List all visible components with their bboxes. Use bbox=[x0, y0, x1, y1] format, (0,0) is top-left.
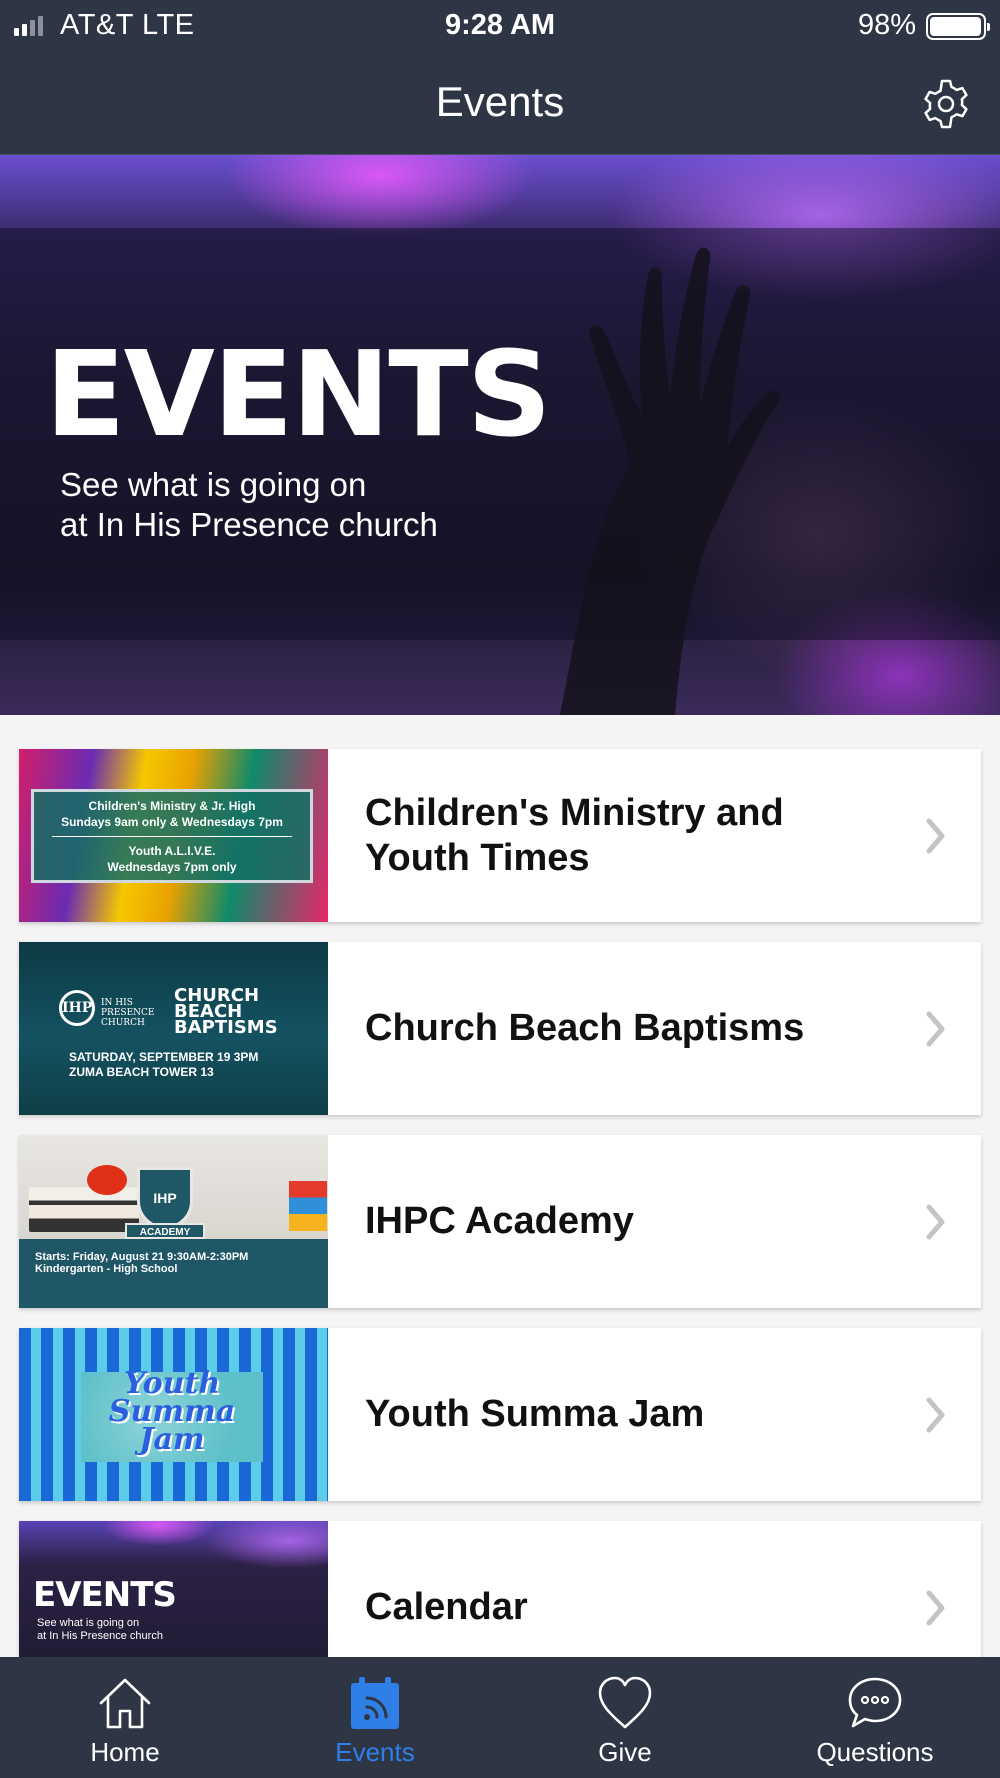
calendar-feed-icon bbox=[351, 1677, 399, 1729]
chevron-right-icon bbox=[926, 1204, 945, 1240]
gear-icon[interactable] bbox=[920, 78, 972, 130]
house-icon bbox=[99, 1678, 151, 1729]
thumbnail-text: Sundays 9am only & Wednesdays 7pm bbox=[61, 815, 283, 829]
thumbnail-text: See what is going on bbox=[37, 1617, 140, 1629]
church-logo: IHP IN HIS PRESENCE CHURCH bbox=[59, 990, 179, 1030]
academy-banner: ACADEMY bbox=[125, 1223, 205, 1239]
hero-title: EVENTS bbox=[45, 325, 552, 463]
tab-label: Questions bbox=[816, 1737, 934, 1767]
thumbnail-text: Starts: Friday, August 21 9:30AM-2:30PM bbox=[35, 1251, 249, 1263]
academy-shield: IHP bbox=[137, 1167, 193, 1229]
clock: 9:28 AM bbox=[444, 9, 556, 41]
event-item-ihpc-academy[interactable]: IHP ACADEMY Starts: Friday, August 21 9:… bbox=[19, 1135, 981, 1308]
tab-label: Home bbox=[90, 1737, 160, 1767]
event-item-youth-summa-jam[interactable]: Youth Summa Jam Youth Summa Jam bbox=[19, 1328, 981, 1501]
thumbnail-title: EVENTS bbox=[33, 1575, 177, 1615]
tab-bar: Home Events Give Questions bbox=[0, 1657, 1000, 1778]
chevron-right-icon bbox=[926, 1011, 945, 1047]
thumbnail-text: SATURDAY, SEPTEMBER 19 3PM bbox=[69, 1050, 259, 1064]
thumbnail-info: Starts: Friday, August 21 9:30AM-2:30PM … bbox=[35, 1251, 248, 1275]
event-thumbnail: Children's Ministry & Jr. High Sundays 9… bbox=[19, 749, 328, 922]
tab-label: Give bbox=[598, 1737, 652, 1767]
event-title: Church Beach Baptisms bbox=[365, 1007, 805, 1049]
logo-text: IN HIS PRESENCE CHURCH bbox=[101, 998, 154, 1028]
hero-banner: EVENTS See what is going on at In His Pr… bbox=[0, 155, 1000, 715]
event-item-church-beach-baptisms[interactable]: IHP IN HIS PRESENCE CHURCH CHURCH BEACH … bbox=[19, 942, 981, 1115]
chevron-right-icon bbox=[926, 1397, 945, 1433]
thumbnail-text: at In His Presence church bbox=[37, 1630, 163, 1642]
page-title: Events bbox=[435, 78, 565, 125]
alphabet-blocks-graphic bbox=[289, 1181, 327, 1231]
status-bar: AT&T LTE 9:28 AM 98% bbox=[0, 0, 1000, 50]
event-thumbnail: Youth Summa Jam bbox=[19, 1328, 328, 1501]
thumbnail-text: Kindergarten - High School bbox=[35, 1263, 178, 1275]
hero-subtitle-line: at In His Presence church bbox=[60, 506, 438, 543]
thumbnail-info: SATURDAY, SEPTEMBER 19 3PM ZUMA BEACH TO… bbox=[69, 1050, 258, 1080]
event-thumbnail: IHP IN HIS PRESENCE CHURCH CHURCH BEACH … bbox=[19, 942, 328, 1115]
battery-percent: 98% bbox=[857, 9, 916, 41]
tab-home[interactable]: Home bbox=[0, 1657, 250, 1778]
thumbnail-text-box: Children's Ministry & Jr. High Sundays 9… bbox=[31, 789, 313, 883]
thumbnail-title-line: Jam bbox=[139, 1422, 205, 1457]
thumbnail-subtitle: See what is going on at In His Presence … bbox=[37, 1617, 163, 1643]
apple-graphic bbox=[87, 1165, 127, 1195]
tab-questions[interactable]: Questions bbox=[750, 1657, 1000, 1778]
logo-text-line: CHURCH bbox=[101, 1018, 145, 1028]
event-item-childrens-ministry[interactable]: Children's Ministry & Jr. High Sundays 9… bbox=[19, 749, 981, 922]
tab-label: Events bbox=[335, 1737, 415, 1767]
thumbnail-text: Children's Ministry & Jr. High bbox=[88, 799, 256, 813]
thumbnail-title: Youth Summa Jam bbox=[81, 1369, 263, 1464]
thumbnail-title-line: BAPTISMS bbox=[174, 1017, 278, 1038]
thumbnail-title: CHURCH BEACH BAPTISMS bbox=[174, 987, 278, 1038]
logo-mark: IHP bbox=[59, 990, 95, 1026]
logo-text-line: PRESENCE bbox=[101, 1008, 155, 1018]
thumbnail-text: Wednesdays 7pm only bbox=[107, 860, 237, 874]
event-title: IHPC Academy bbox=[365, 1200, 634, 1242]
hero-subtitle-line: See what is going on bbox=[60, 466, 367, 503]
heart-icon bbox=[598, 1676, 652, 1729]
top-bar: AT&T LTE 9:28 AM 98% Events bbox=[0, 0, 1000, 155]
chevron-right-icon bbox=[926, 1590, 945, 1626]
thumbnail-text: Youth A.L.I.V.E. bbox=[128, 844, 216, 858]
chat-bubble-icon bbox=[848, 1677, 902, 1728]
event-title: Youth Summa Jam bbox=[365, 1393, 705, 1435]
books-graphic bbox=[29, 1187, 139, 1232]
battery-icon bbox=[926, 13, 990, 40]
event-title: Children's Ministry and Youth Times bbox=[365, 791, 784, 879]
tab-events[interactable]: Events bbox=[250, 1657, 500, 1778]
logo-text-line: IN HIS bbox=[101, 998, 133, 1008]
thumbnail-text: ZUMA BEACH TOWER 13 bbox=[69, 1065, 214, 1079]
chevron-right-icon bbox=[926, 818, 945, 854]
hero-subtitle: See what is going on at In His Presence … bbox=[60, 465, 580, 545]
event-thumbnail: IHP ACADEMY Starts: Friday, August 21 9:… bbox=[19, 1135, 328, 1308]
tab-give[interactable]: Give bbox=[500, 1657, 750, 1778]
